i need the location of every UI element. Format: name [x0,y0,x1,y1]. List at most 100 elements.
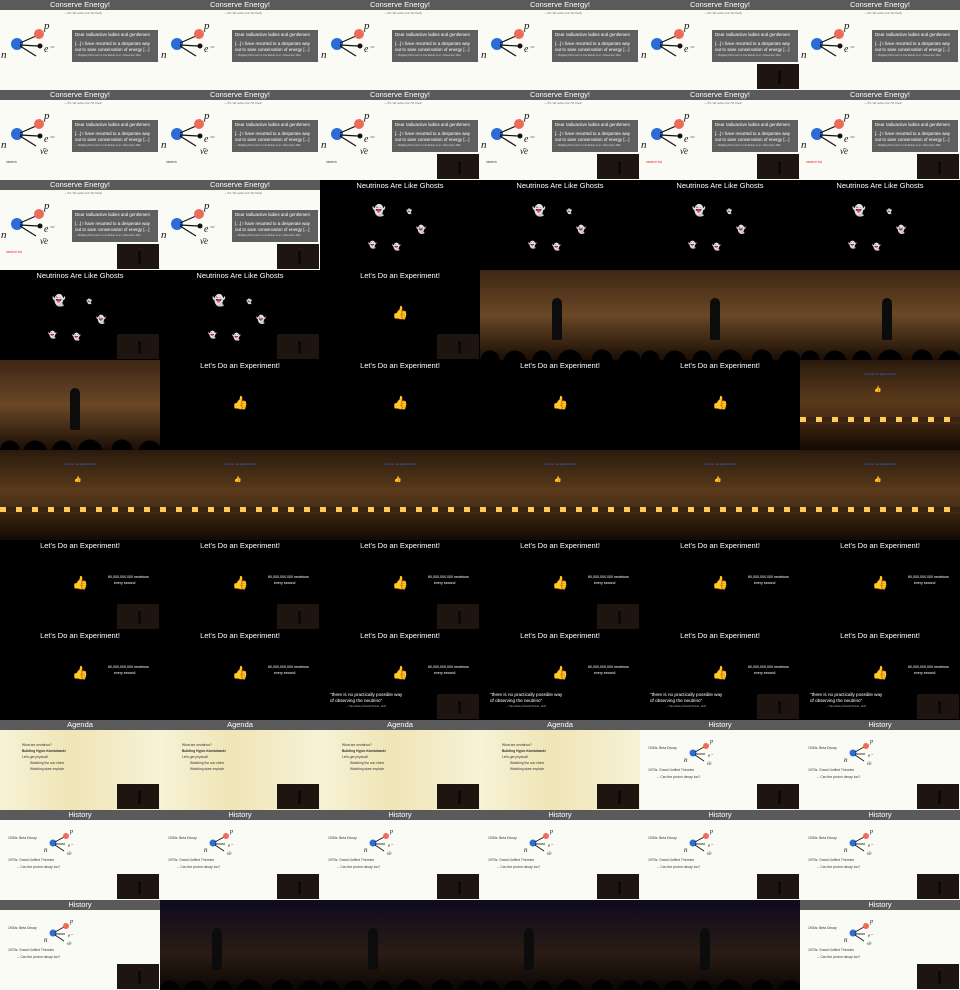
history-line: → Can the proton decay too? [16,865,61,869]
pauli-quote-box: Dear radioactive ladies and gentlemen [.… [232,30,318,62]
pauli-quote-box: Dear radioactive ladies and gentlemen [.… [872,30,958,62]
slide-title: Agenda [0,720,160,730]
history-line: 1930s: Beta Decay [168,836,197,840]
slide-title: History [640,720,800,730]
neutron-label: neutron·ino [806,160,823,164]
svg-text:n: n [844,756,848,764]
quote-line: out to save conservation of energy [...] [235,137,310,142]
quote-line: out to save conservation of energy [...] [875,47,950,52]
speaker-camera-inset [277,604,319,629]
quote-citation: — Wolfgang Pauli, letter to Lise Meitner… [875,55,941,57]
history-line: → Can the proton decay too? [496,865,541,869]
slide-conserve-energy: Conserve Energy! — P.S. Wir sehen uns! (… [800,0,960,90]
ghost-icon: 👻 [896,225,906,234]
quote-line: Dear radioactive ladies and gentlemen [75,212,150,217]
quote-line: Dear radioactive ladies and gentlemen [235,32,310,37]
slide-neutrinos-ghosts: Neutrinos Are Like Ghosts 👻 👻 👻 👻 👻 [480,180,640,270]
svg-text:n: n [44,936,48,944]
svg-text:ν̄e: ν̄e [40,146,48,156]
history-line: → Can the proton decay too? [656,775,701,779]
svg-text:e⁻: e⁻ [204,44,214,55]
slide-title: Neutrinos Are Like Ghosts [676,181,764,190]
neutrino-rate-text: 60,000,000,000 neutrinos every second [108,574,149,586]
slide-lets-do-experiment: Let's Do an Experiment! 👍 [480,360,640,450]
svg-text:ν̄e: ν̄e [867,852,872,857]
svg-text:p: p [363,20,370,32]
slide-lets-do-experiment: Let's Do an Experiment! 👍 60,000,000,000… [160,630,320,720]
quote-citation: — Wolfgang Pauli, letter to Lise Meitner… [235,55,301,57]
speaker-camera-inset [917,694,959,719]
neutrino-rate-text: 60,000,000,000 neutrinos every second [108,664,149,676]
svg-text:n: n [801,139,807,151]
ghost-icon: 👻 [416,225,426,234]
audience-silhouettes [320,974,480,990]
quote-line: [...] I have resorted to a desperate way [715,41,790,46]
quote-citation: — Wolfgang Pauli, letter to Lise Meitner… [395,145,461,147]
slide-title: Let's Do an Experiment! [360,631,440,640]
slide-title: Agenda [160,720,320,730]
quote-line: [...] I have resorted to a desperate way [235,131,310,136]
history-line: → Can the proton decay too? [816,955,861,959]
quote-line: Dear radioactive ladies and gentlemen [555,32,630,37]
slide-title: Let's Do an Experiment! [40,631,120,640]
slide-agenda: Agenda What are neutrinos? Building Hype… [160,720,320,810]
svg-text:ν̄e: ν̄e [680,146,688,156]
agenda-item: Watching stars explode [30,767,65,771]
slide-title: Agenda [480,720,640,730]
svg-text:ν̄e: ν̄e [227,852,232,857]
svg-text:p: p [69,829,73,835]
slide-title: Let's Do an Experiment! [200,361,280,370]
projected-slide-title: Let's Do an Experiment! [544,462,576,466]
speaker-camera-inset [597,784,639,809]
slide-history: History 1930s: Beta Decay n p e⁻ ν̄e 197… [640,810,800,900]
slide-title: Let's Do an Experiment! [520,631,600,640]
slide-neutrinos-ghosts: Neutrinos Are Like Ghosts 👻 👻 👻 👻 👻 [160,270,320,360]
stage-floor [800,424,960,450]
slide-lets-do-experiment: Let's Do an Experiment! 👍 [160,360,320,450]
speaker [524,928,534,970]
svg-text:e⁻: e⁻ [868,844,873,849]
neutrino-rate-text: 60,000,000,000 neutrinos every second [428,664,469,676]
quote-line: Dear radioactive ladies and gentlemen [875,122,950,127]
quote-citation: — Wolfgang Pauli, letter to Lise Meitner… [715,55,781,57]
svg-text:ν̄e: ν̄e [840,146,848,156]
ghost-icon: 👻 [692,205,706,217]
svg-text:e⁻: e⁻ [868,754,873,759]
svg-text:p: p [389,829,393,835]
history-line: 1970s: Grand Unified Theories [8,858,55,862]
neutrino-rate-text: 60,000,000,000 neutrinos every second [588,664,629,676]
stage-floor [160,514,320,540]
beta-decay-diagram: n p e⁻ ν̄e [481,110,534,156]
slide-title: Let's Do an Experiment! [360,541,440,550]
slide-title: Neutrinos Are Like Ghosts [836,181,924,190]
svg-text:e⁻: e⁻ [868,934,873,939]
quote-line: out to save conservation of energy [...] [715,137,790,142]
video-frame-contact-sheet: Conserve Energy! — P.S. Wir sehen uns! (… [0,0,960,990]
svg-text:p: p [523,20,530,32]
bethe-quote: "there is no practically possible way of … [810,692,882,710]
slide-neutrinos-ghosts: Neutrinos Are Like Ghosts 👻 👻 👻 👻 👻 [640,180,800,270]
slide-conserve-energy: Conserve Energy! — P.S. Wir sehen uns! (… [0,90,160,180]
audience-silhouettes [640,974,800,990]
svg-text:e⁻: e⁻ [68,844,73,849]
svg-text:e⁻: e⁻ [524,44,534,55]
svg-text:n: n [684,756,688,764]
quote-line: Dear radioactive ladies and gentlemen [395,122,470,127]
beta-decay-diagram: n p e⁻ ν̄e [44,919,73,947]
neutron-label: neutron·ino [646,160,663,164]
slide-conserve-energy: Conserve Energy! — P.S. Wir sehen uns! (… [0,180,160,270]
svg-text:e⁻: e⁻ [364,134,374,145]
ghost-icon: 👻 [72,334,81,341]
slide-conserve-energy: Conserve Energy! — P.S. Wir sehen uns! (… [800,90,960,180]
slide-title: History [800,900,960,910]
slide-conserve-energy: Conserve Energy! — P.S. Wir sehen uns! (… [640,0,800,90]
quote-line: [...] I have resorted to a desperate way [235,221,310,226]
ghost-icon: 👻 [712,244,721,251]
stage-wide-shot: Let's Do an Experiment! 👍 [640,450,800,540]
slide-title: Conserve Energy! [320,0,480,10]
beta-decay-diagram: n p e⁻ [1,20,54,61]
speaker-camera-inset [277,874,319,899]
slide-history: History 1930s: Beta Decay n p e⁻ ν̄e 197… [800,810,960,900]
pauli-quote-box: Dear radioactive ladies and gentlemen [.… [712,120,798,152]
svg-text:ν̄e: ν̄e [520,146,528,156]
